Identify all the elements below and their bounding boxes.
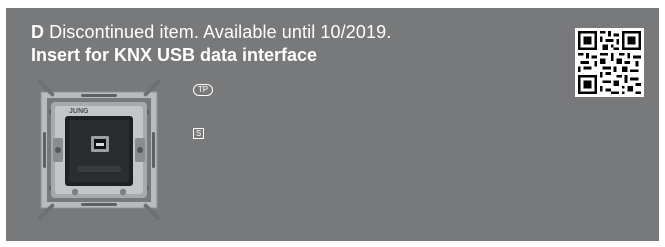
tp-symbol-icon: TP [193, 84, 213, 96]
product-title: Insert for KNX USB data interface [31, 45, 318, 65]
tp-symbol-label: TP [197, 85, 209, 94]
discontinued-notice: D Discontinued item. Available until 10/2… [31, 22, 391, 42]
qr-code-icon[interactable] [575, 28, 644, 97]
product-image: JUNG [29, 79, 169, 221]
discontinued-text: Discontinued item. Available until 10/20… [49, 22, 392, 42]
s-symbol-icon: S [193, 128, 204, 139]
brand-marking: JUNG [69, 108, 89, 115]
s-symbol-label: S [195, 129, 202, 138]
discontinued-badge-letter: D [31, 22, 45, 42]
